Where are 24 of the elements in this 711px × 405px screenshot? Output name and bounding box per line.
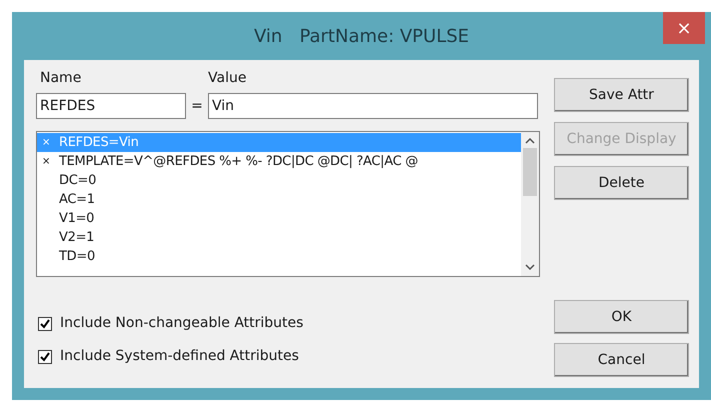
close-button[interactable]: ×	[663, 12, 705, 44]
attribute-item[interactable]: DC=0	[37, 171, 521, 190]
dialog-button[interactable]: Cancel	[554, 343, 689, 377]
attribute-item[interactable]: V2=1	[37, 228, 521, 247]
attribute-item[interactable]: × TEMPLATE=V^@REFDES %+ %- ?DC|DC @DC| ?AC|AC @	[37, 152, 521, 171]
checkbox-label: Include Non-changeable Attributes	[60, 314, 304, 333]
value-field[interactable]: Vin	[208, 93, 538, 119]
dialog-button[interactable]: Delete	[554, 166, 689, 200]
attribute-item[interactable]: V1=0	[37, 209, 521, 228]
attribute-item[interactable]: AC=1	[37, 190, 521, 209]
window-title: Vin PartName: VPULSE	[254, 24, 470, 48]
name-label: Name	[39, 69, 82, 88]
checkbox[interactable]	[38, 350, 52, 364]
dialog-button[interactable]: OK	[554, 300, 689, 334]
name-field[interactable]: REFDES	[36, 93, 186, 119]
value-label: Value	[208, 69, 246, 88]
scrollbar[interactable]	[521, 132, 539, 276]
scroll-down-icon[interactable]	[525, 264, 535, 270]
checkbox-label: Include System-defined Attributes	[60, 347, 299, 366]
equals-sign: =	[190, 96, 204, 116]
dialog-button[interactable]: Save Attr	[554, 78, 689, 112]
scroll-up-icon[interactable]	[525, 138, 535, 144]
attribute-item[interactable]: TD=0	[37, 247, 521, 266]
checkbox[interactable]	[38, 316, 52, 330]
